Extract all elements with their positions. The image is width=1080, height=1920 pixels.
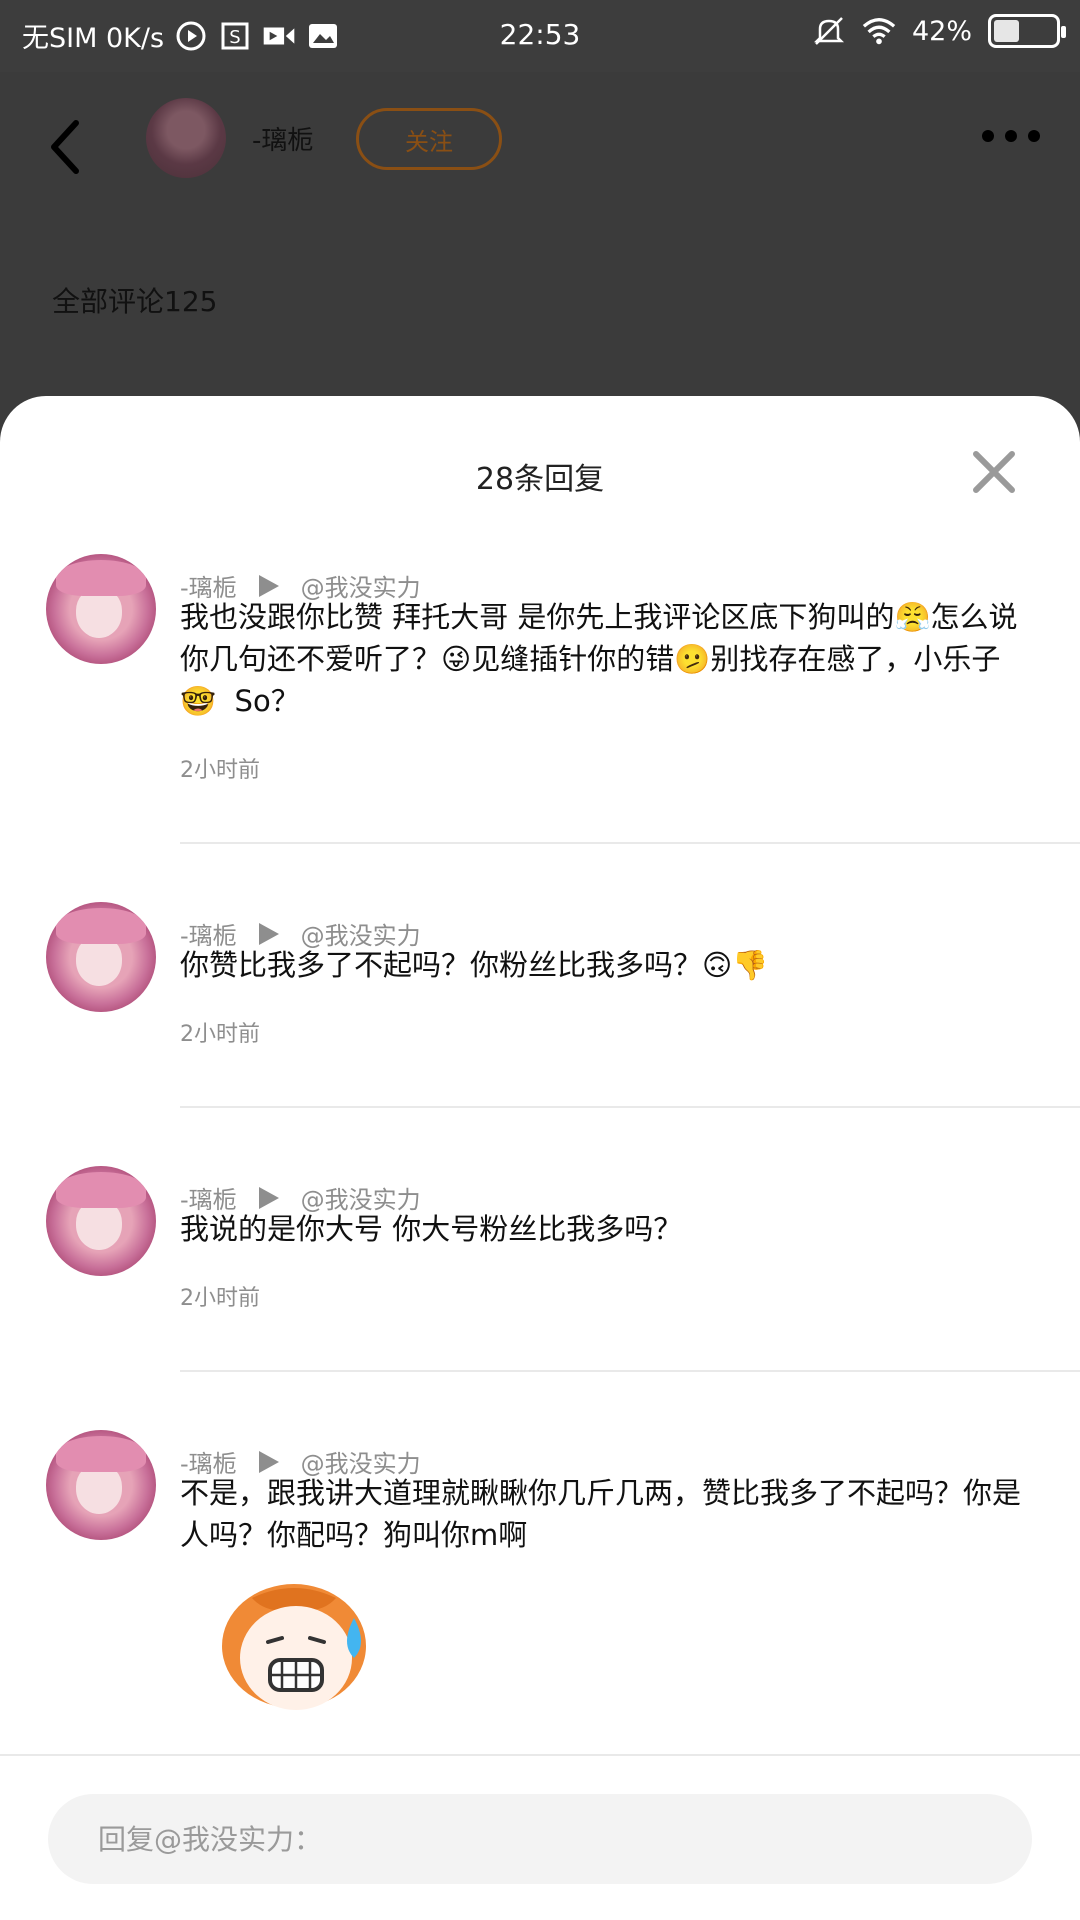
post-header: -璃栀 关注 全部评论125 — [0, 72, 1080, 402]
reply-arrow-icon — [258, 922, 279, 945]
status-right: 42% — [812, 14, 1066, 48]
input-divider — [0, 1754, 1080, 1756]
reply-text[interactable]: 我也没跟你比赞 拜托大哥 是你先上我评论区底下狗叫的😤怎么说你几句还不爱听了？😜… — [180, 596, 1030, 722]
replies-sheet: 28条回复 -璃栀 @我没实力 我也没跟你比赞 拜托大哥 是你先上我评论区底下狗… — [0, 396, 1080, 1920]
reply-text[interactable]: 不是，跟我讲大道理就瞅瞅你几斤几两，赞比我多了不起吗？你是人吗？你配吗？狗叫你m… — [180, 1472, 1030, 1556]
author-avatar[interactable] — [146, 98, 226, 178]
battery-percent: 42% — [911, 15, 972, 47]
battery-fill — [994, 20, 1020, 42]
battery-icon — [988, 14, 1066, 48]
avatar[interactable] — [46, 1430, 156, 1540]
reply-text[interactable]: 我说的是你大号 你大号粉丝比我多吗？ — [180, 1208, 1030, 1250]
back-button[interactable] — [42, 117, 92, 177]
reply-time: 2小时前 — [180, 1286, 260, 1311]
sticker-image[interactable] — [212, 1580, 382, 1720]
avatar[interactable] — [46, 1166, 156, 1276]
reply-time: 2小时前 — [180, 758, 260, 783]
divider — [180, 1370, 1080, 1372]
avatar[interactable] — [46, 902, 156, 1012]
reply-arrow-icon — [258, 1186, 279, 1209]
avatar[interactable] — [46, 554, 156, 664]
divider — [180, 842, 1080, 844]
sheet-title: 28条回复 — [475, 462, 605, 497]
dot-icon — [1028, 130, 1040, 142]
mute-bell-icon — [812, 14, 846, 48]
follow-button[interactable]: 关注 — [356, 108, 502, 170]
reply-arrow-icon — [258, 1450, 279, 1473]
dot-icon — [982, 130, 994, 142]
reply-text[interactable]: 你赞比我多了不起吗？你粉丝比我多吗？🙃👎 — [180, 944, 1030, 986]
close-button[interactable] — [972, 450, 1016, 494]
more-options-button[interactable] — [982, 130, 1040, 142]
author-name[interactable]: -璃栀 — [252, 120, 313, 157]
divider — [180, 1106, 1080, 1108]
reply-input[interactable] — [48, 1794, 1032, 1884]
chevron-left-icon — [51, 120, 79, 174]
wifi-icon — [862, 14, 896, 48]
all-comments-count: 全部评论125 — [52, 285, 218, 318]
dot-icon — [1005, 130, 1017, 142]
status-bar: 无SIM 0K/s S 22:53 42% — [0, 0, 1080, 72]
reply-arrow-icon — [258, 574, 279, 597]
close-icon — [973, 451, 1015, 493]
reply-time: 2小时前 — [180, 1022, 260, 1047]
